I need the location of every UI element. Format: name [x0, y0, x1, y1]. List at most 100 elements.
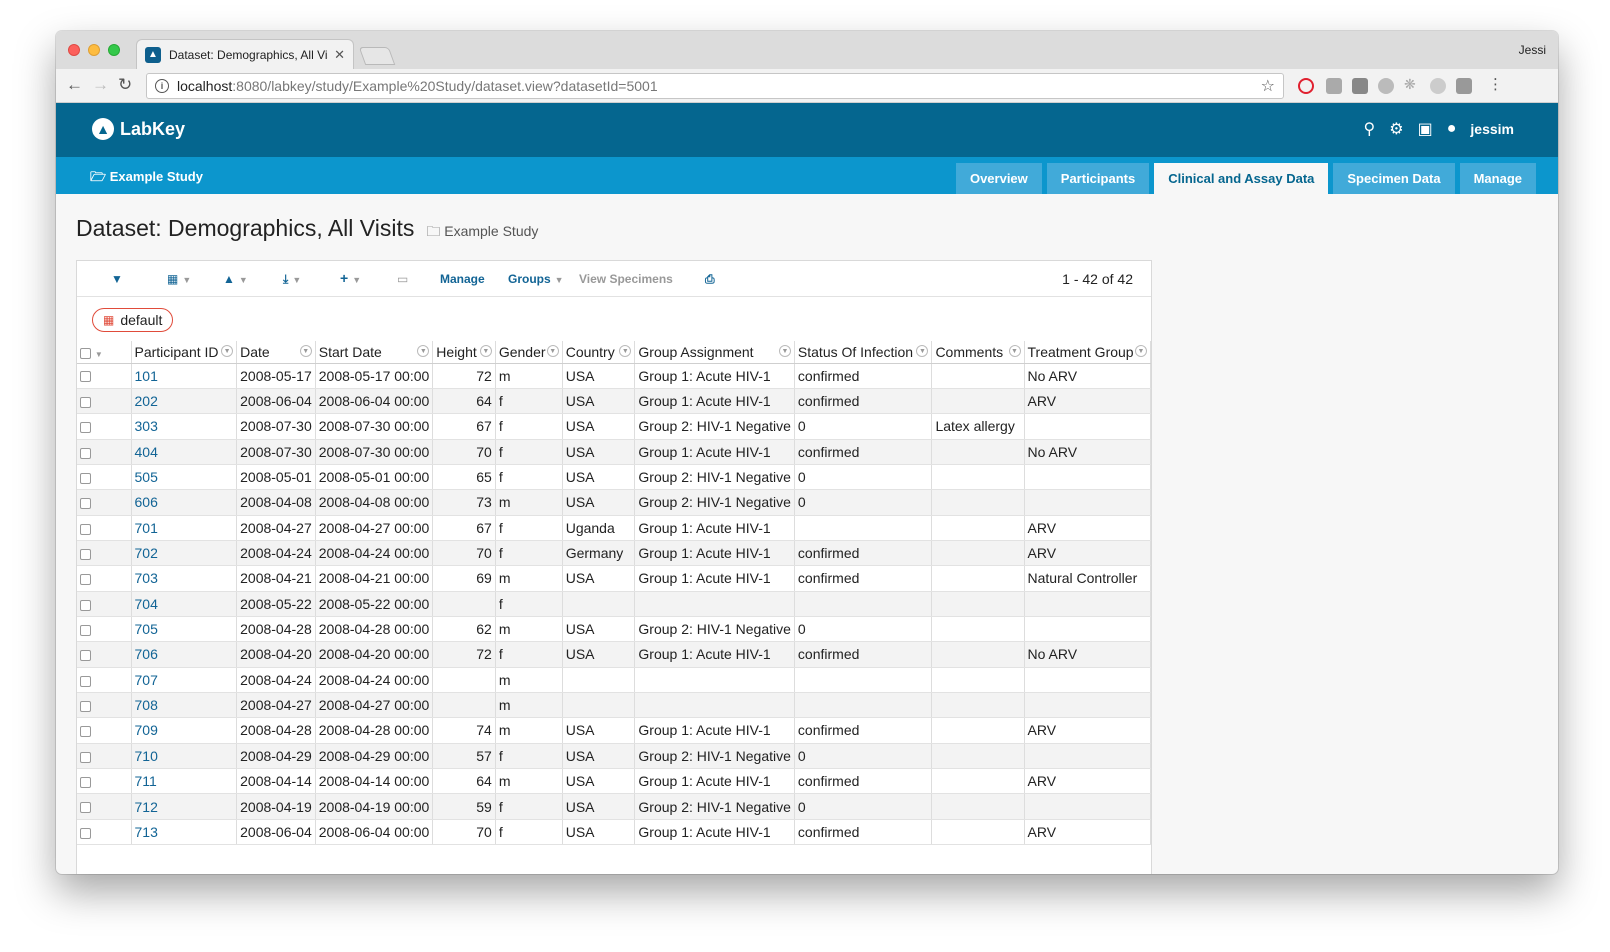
table-row[interactable]: 704 2008-05-22 2008-05-22 00:00 f — [77, 591, 1152, 617]
row-select-cell[interactable] — [77, 717, 132, 744]
extension-icon[interactable] — [1352, 78, 1368, 94]
chevron-down-icon[interactable]: ▼ — [546, 345, 559, 357]
table-row[interactable]: 710 2008-04-29 2008-04-29 00:00 57 f USA Group… — [77, 743, 1152, 770]
participant-link[interactable]: 404 — [135, 444, 158, 460]
gear-extension-icon[interactable] — [1430, 78, 1446, 94]
search-icon[interactable]: ⚲ — [1364, 119, 1376, 139]
delete-icon[interactable]: ▭ — [397, 272, 408, 286]
grid-view-button[interactable]: ▦ ▼ — [167, 272, 191, 286]
row-checkbox[interactable] — [80, 726, 91, 738]
row-checkbox[interactable] — [80, 751, 91, 763]
table-row[interactable]: 711 2008-04-14 2008-04-14 00:00 64 m USA Group… — [77, 768, 1152, 795]
print-icon[interactable]: ⎙ — [705, 272, 715, 287]
chevron-down-icon[interactable]: ▼ — [619, 345, 632, 357]
participant-link[interactable]: 708 — [135, 697, 158, 713]
row-checkbox[interactable] — [80, 447, 91, 459]
reload-icon[interactable]: ↻ — [118, 75, 132, 95]
row-select-cell[interactable] — [77, 515, 132, 541]
table-row[interactable]: 703 2008-04-21 2008-04-21 00:00 69 m USA Group… — [77, 565, 1152, 592]
row-checkbox[interactable] — [80, 802, 91, 814]
participant-link[interactable]: 704 — [135, 596, 158, 612]
row-checkbox[interactable] — [80, 498, 91, 510]
chevron-down-icon[interactable]: ▼ — [221, 345, 234, 357]
participant-link[interactable]: 101 — [135, 368, 158, 384]
row-select-cell[interactable] — [77, 768, 132, 795]
participant-link[interactable]: 701 — [135, 520, 158, 536]
table-row[interactable]: 701 2008-04-27 2008-04-27 00:00 67 f Uganda Gr… — [77, 515, 1152, 541]
tab-specimen-data[interactable]: Specimen Data — [1333, 163, 1455, 194]
filter-icon[interactable]: ▼ — [111, 272, 123, 286]
row-select-cell[interactable] — [77, 591, 132, 617]
participant-link[interactable]: 202 — [135, 393, 158, 409]
participant-link[interactable]: 707 — [135, 672, 158, 688]
table-row[interactable]: 713 2008-06-04 2008-06-04 00:00 70 f USA Group… — [77, 819, 1152, 846]
row-checkbox[interactable] — [80, 599, 91, 611]
column-header[interactable]: Country ▼ — [562, 341, 636, 364]
profile-name[interactable]: Jessi — [1519, 43, 1546, 57]
participant-link[interactable]: 712 — [135, 799, 158, 815]
row-select-cell[interactable] — [77, 489, 132, 516]
row-select-cell[interactable] — [77, 692, 132, 719]
tab-clinical-and-assay-data[interactable]: Clinical and Assay Data — [1154, 163, 1329, 194]
view-specimens-button[interactable]: View Specimens — [579, 272, 673, 286]
chevron-down-icon[interactable]: ▼ — [778, 345, 791, 357]
row-select-cell[interactable] — [77, 388, 132, 415]
participant-link[interactable]: 702 — [135, 545, 158, 561]
row-checkbox[interactable] — [80, 574, 91, 586]
row-select-cell[interactable] — [77, 464, 132, 491]
chevron-down-icon[interactable]: ▼ — [417, 345, 430, 357]
participant-link[interactable]: 705 — [135, 621, 158, 637]
participant-link[interactable]: 706 — [135, 646, 158, 662]
table-row[interactable]: 505 2008-05-01 2008-05-01 00:00 65 f USA Group… — [77, 464, 1152, 491]
table-row[interactable]: 101 2008-05-17 2008-05-17 00:00 72 m USA Group… — [77, 363, 1152, 389]
row-select-cell[interactable] — [77, 363, 132, 389]
labkey-logo[interactable]: ▲ LabKey — [92, 118, 185, 140]
new-tab-button[interactable] — [358, 47, 396, 65]
chevron-down-icon[interactable]: ▼ — [95, 350, 103, 359]
row-checkbox[interactable] — [80, 700, 91, 712]
row-select-cell[interactable] — [77, 540, 132, 567]
opera-extension-icon[interactable] — [1298, 78, 1314, 94]
table-row[interactable]: 702 2008-04-24 2008-04-24 00:00 70 f Germany G… — [77, 540, 1152, 567]
row-checkbox[interactable] — [80, 523, 91, 535]
participant-link[interactable]: 303 — [135, 418, 158, 434]
row-select-cell[interactable] — [77, 793, 132, 820]
column-header[interactable]: Date ▼ — [236, 341, 316, 364]
user-icon[interactable]: ● — [1447, 120, 1457, 138]
select-all-checkbox[interactable] — [80, 347, 91, 359]
select-all-header[interactable]: ▼ — [77, 341, 132, 364]
table-row[interactable]: 709 2008-04-28 2008-04-28 00:00 74 m USA Group… — [77, 717, 1152, 744]
menu-dots-icon[interactable]: ⋮ — [1488, 75, 1503, 93]
extension-icon[interactable] — [1326, 78, 1342, 94]
gear-icon[interactable]: ⚙ — [1389, 119, 1403, 139]
row-checkbox[interactable] — [80, 422, 91, 434]
view-selector[interactable]: ▦ default — [92, 308, 174, 332]
participant-link[interactable]: 711 — [135, 773, 157, 789]
row-checkbox[interactable] — [80, 624, 91, 636]
row-select-cell[interactable] — [77, 616, 132, 643]
chevron-down-icon[interactable]: ▼ — [299, 345, 312, 357]
snowflake-extension-icon[interactable]: ❋ — [1404, 76, 1420, 92]
table-row[interactable]: 404 2008-07-30 2008-07-30 00:00 70 f USA Group… — [77, 439, 1152, 465]
grammarly-extension-icon[interactable] — [1456, 78, 1472, 94]
charts-button[interactable]: ▲ ▼ — [223, 272, 248, 286]
table-row[interactable]: 712 2008-04-19 2008-04-19 00:00 59 f USA Group… — [77, 793, 1152, 820]
row-select-cell[interactable] — [77, 743, 132, 770]
column-header[interactable]: Height ▼ — [432, 341, 496, 364]
chevron-down-icon[interactable]: ▼ — [1135, 345, 1147, 357]
column-header[interactable]: Start Date ▼ — [315, 341, 434, 364]
minimize-window-button[interactable] — [88, 44, 100, 56]
manage-button[interactable]: Manage — [440, 272, 485, 286]
row-select-cell[interactable] — [77, 667, 132, 693]
table-row[interactable]: 606 2008-04-08 2008-04-08 00:00 73 m USA Group… — [77, 489, 1152, 516]
chevron-down-icon[interactable]: ▼ — [1008, 345, 1021, 357]
table-row[interactable]: 705 2008-04-28 2008-04-28 00:00 62 m USA Group… — [77, 616, 1152, 643]
row-checkbox[interactable] — [80, 396, 91, 408]
row-checkbox[interactable] — [80, 371, 91, 383]
row-select-cell[interactable] — [77, 641, 132, 668]
address-bar[interactable]: i localhost:8080/labkey/study/Example%20… — [146, 73, 1284, 99]
maximize-window-button[interactable] — [108, 44, 120, 56]
table-row[interactable]: 707 2008-04-24 2008-04-24 00:00 m — [77, 667, 1152, 693]
table-row[interactable]: 303 2008-07-30 2008-07-30 00:00 67 f USA Group… — [77, 413, 1152, 440]
cloud-extension-icon[interactable] — [1378, 78, 1394, 94]
